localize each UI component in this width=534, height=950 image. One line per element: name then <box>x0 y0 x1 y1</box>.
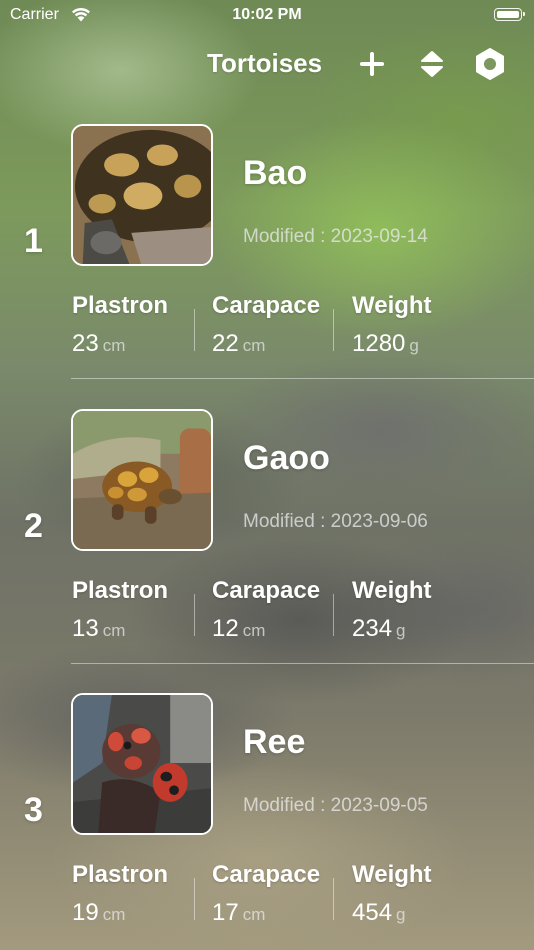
weight-value: 234 <box>352 615 393 642</box>
tortoise-photo-image <box>73 126 211 264</box>
plastron-value: 23 <box>72 330 99 357</box>
carapace-unit: cm <box>242 336 266 355</box>
metric-divider <box>194 594 195 636</box>
plastron-label: Plastron <box>72 861 169 888</box>
metric-divider <box>333 309 334 351</box>
tortoise-name: Gaoo <box>243 439 330 477</box>
sort-button[interactable] <box>415 47 449 81</box>
tortoise-name: Ree <box>243 723 306 761</box>
sort-icon <box>421 51 443 77</box>
carapace-value: 22 <box>212 330 239 357</box>
tortoise-photo <box>71 124 213 266</box>
tortoise-row[interactable]: 3 Ree Modified : 2023-09-05 Plastron 19 c… <box>0 693 534 950</box>
plastron-label: Plastron <box>72 577 169 604</box>
plastron-label: Plastron <box>72 292 169 319</box>
tortoise-photo <box>71 693 213 835</box>
settings-button[interactable] <box>473 47 507 81</box>
page-title: Tortoises <box>207 48 323 78</box>
carapace-label: Carapace <box>212 577 321 604</box>
plastron-value: 13 <box>72 615 99 642</box>
add-tortoise-button[interactable] <box>355 47 389 81</box>
tortoise-photo <box>71 409 213 551</box>
metric-divider <box>333 594 334 636</box>
weight-label: Weight <box>352 292 432 319</box>
tortoise-photo-image <box>73 695 211 833</box>
plastron-metric: Plastron 23 cm <box>72 292 202 358</box>
plastron-metric: Plastron 19 cm <box>72 861 202 927</box>
carapace-metric: Carapace 17 cm <box>212 861 342 927</box>
plastron-value: 19 <box>72 899 99 926</box>
row-index: 3 <box>24 791 43 829</box>
carapace-unit: cm <box>242 621 266 640</box>
carapace-metric: Carapace 12 cm <box>212 577 342 643</box>
carapace-value: 12 <box>212 615 239 642</box>
plastron-metric: Plastron 13 cm <box>72 577 202 643</box>
weight-value: 1280 <box>352 330 406 357</box>
weight-metric: Weight 454 g <box>352 861 482 927</box>
battery-icon <box>494 8 525 21</box>
carapace-metric: Carapace 22 cm <box>212 292 342 358</box>
modified-date: Modified : 2023-09-14 <box>243 226 428 247</box>
row-index: 2 <box>24 507 43 545</box>
modified-date: Modified : 2023-09-06 <box>243 511 428 532</box>
clock-time: 10:02 PM <box>232 6 302 23</box>
weight-unit: g <box>409 336 419 355</box>
metric-divider <box>333 878 334 920</box>
modified-date: Modified : 2023-09-05 <box>243 795 428 816</box>
carapace-label: Carapace <box>212 861 321 888</box>
weight-unit: g <box>396 905 406 924</box>
status-bar: Carrier 10:02 PM <box>0 0 534 30</box>
row-divider <box>71 663 534 664</box>
carapace-label: Carapace <box>212 292 321 319</box>
plus-icon <box>360 52 384 76</box>
carapace-unit: cm <box>242 905 266 924</box>
row-divider <box>71 378 534 379</box>
carapace-value: 17 <box>212 899 239 926</box>
tortoise-photo-image <box>73 411 211 549</box>
gear-icon <box>476 48 504 80</box>
tortoise-row[interactable]: 2 Gaoo Modified : 2023-09-06 Plastron 13… <box>0 409 534 693</box>
weight-label: Weight <box>352 577 432 604</box>
metric-divider <box>194 309 195 351</box>
tortoise-name: Bao <box>243 154 308 192</box>
plastron-unit: cm <box>102 621 126 640</box>
weight-label: Weight <box>352 861 432 888</box>
weight-metric: Weight 1280 g <box>352 292 482 358</box>
tortoise-row[interactable]: 1 Bao Modified : 2023-09-14 Plastron 23 c… <box>0 124 534 408</box>
weight-metric: Weight 234 g <box>352 577 482 643</box>
plastron-unit: cm <box>102 905 126 924</box>
metric-divider <box>194 878 195 920</box>
row-index: 1 <box>24 222 43 260</box>
weight-value: 454 <box>352 899 393 926</box>
plastron-unit: cm <box>102 336 126 355</box>
weight-unit: g <box>396 621 406 640</box>
